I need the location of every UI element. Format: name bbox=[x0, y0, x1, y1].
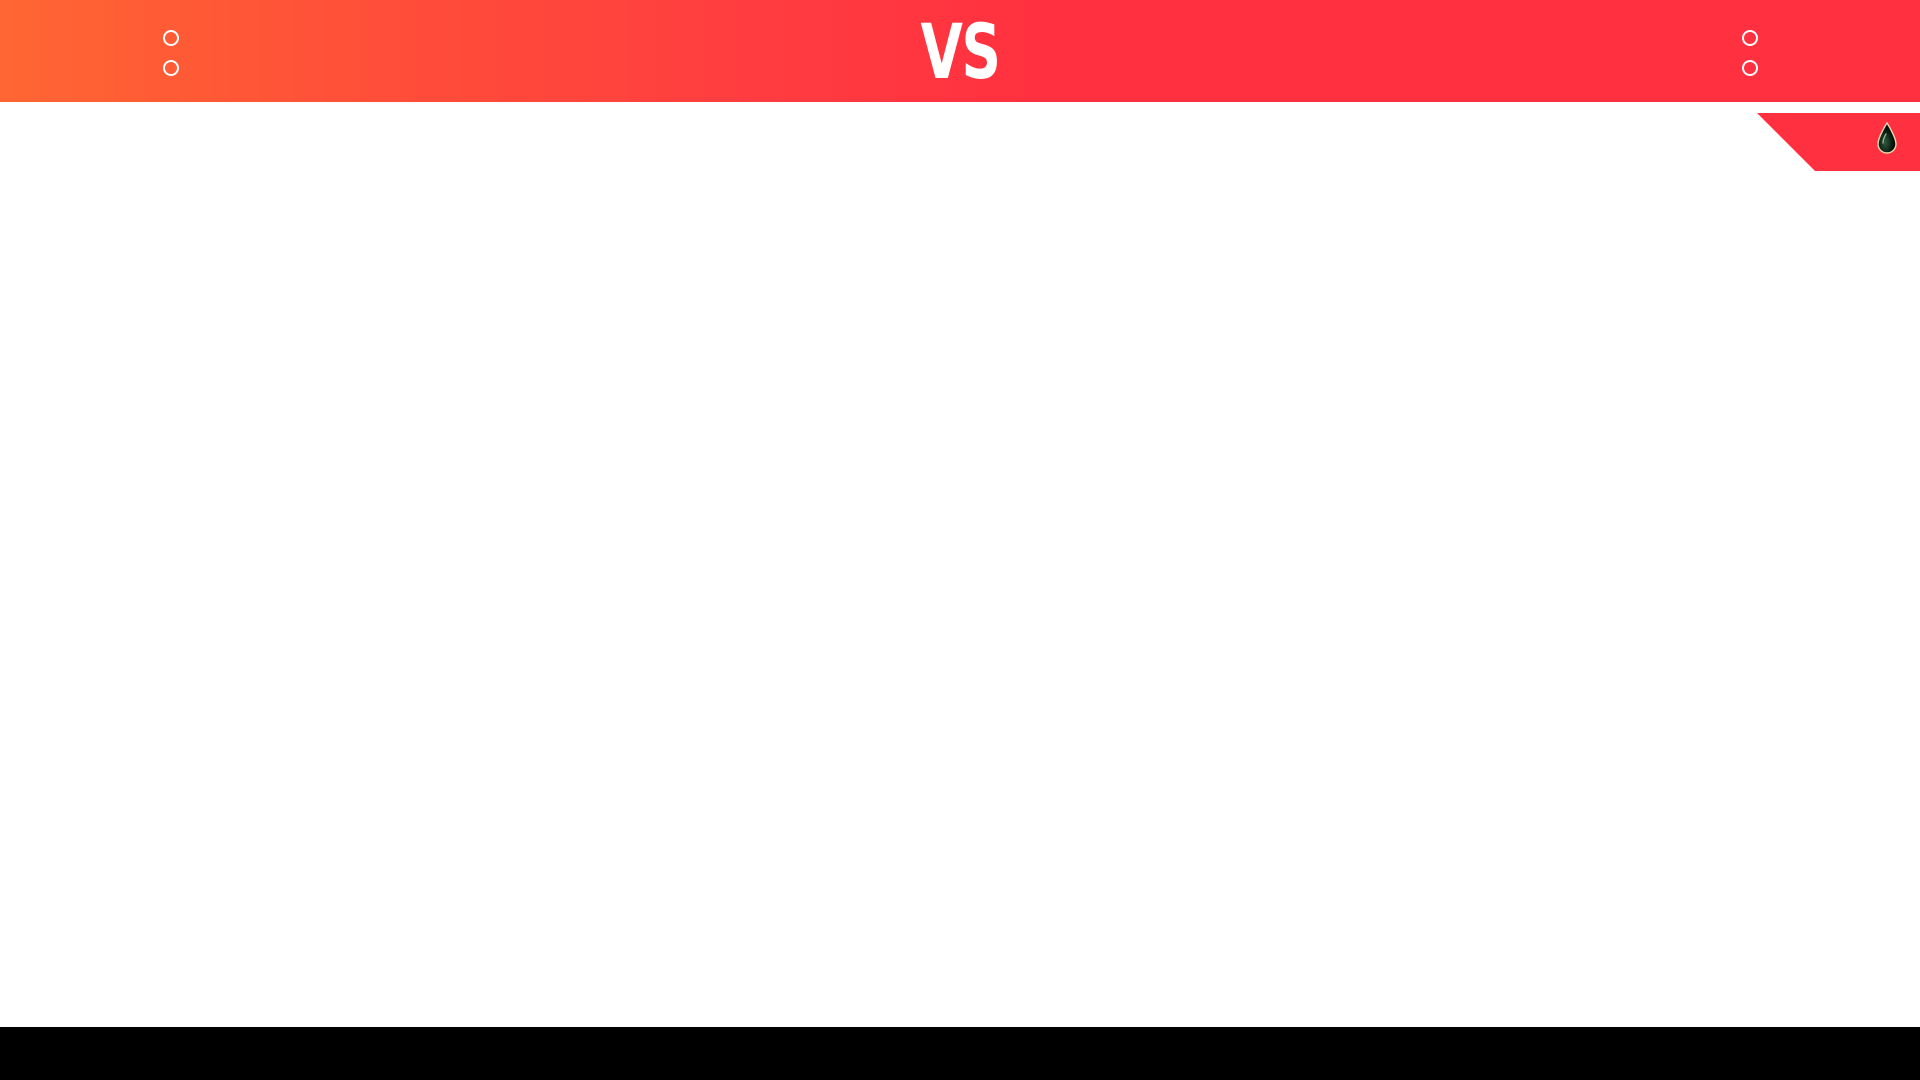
score-bar: 8 VS 8 bbox=[0, 0, 1920, 102]
game-screen: 8 VS 8 bbox=[0, 0, 1920, 1080]
drop-icon-graphic bbox=[1877, 121, 1897, 154]
drop-icon[interactable] bbox=[1875, 121, 1899, 157]
score-digit-bottom-loop bbox=[163, 60, 179, 76]
left-player-score: 8 bbox=[160, 30, 182, 76]
score-digit-top-loop bbox=[163, 30, 179, 46]
bottom-bar bbox=[0, 1027, 1920, 1080]
score-digit-bottom-loop bbox=[1742, 60, 1758, 76]
score-digit-top-loop bbox=[1742, 30, 1758, 46]
versus-label: VS bbox=[920, 7, 1001, 96]
right-player-score: 8 bbox=[1739, 30, 1761, 76]
